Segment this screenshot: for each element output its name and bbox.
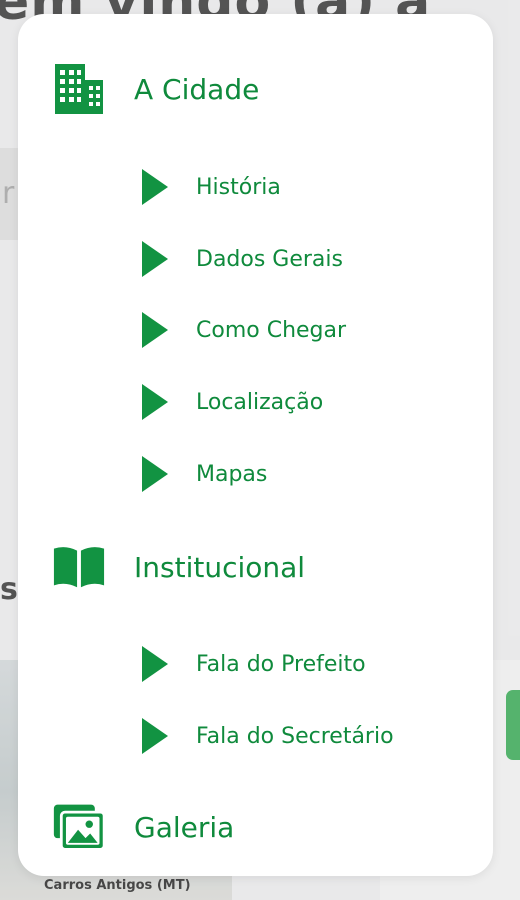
menu-item-fala-do-prefeito[interactable]: Fala do Prefeito <box>142 645 366 683</box>
book-icon <box>52 540 106 594</box>
menu-section-label: Institucional <box>134 550 306 584</box>
menu-item-label: Dados Gerais <box>196 246 343 272</box>
menu-item-dados-gerais[interactable]: Dados Gerais <box>142 240 343 278</box>
menu-item-como-chegar[interactable]: Como Chegar <box>142 311 346 349</box>
menu-section-label: A Cidade <box>134 72 260 106</box>
play-arrow-icon <box>142 645 172 683</box>
play-arrow-icon <box>142 383 172 421</box>
menu-item-mapas[interactable]: Mapas <box>142 455 267 493</box>
play-arrow-icon <box>142 455 172 493</box>
menu-section-institucional[interactable]: Institucional <box>52 540 305 594</box>
menu-item-fala-do-secretario[interactable]: Fala do Secretário <box>142 717 394 755</box>
menu-section-galeria[interactable]: Galeria <box>52 800 234 854</box>
menu-item-localizacao[interactable]: Localização <box>142 383 323 421</box>
menu-item-label: Como Chegar <box>196 317 347 343</box>
menu-item-label: Localização <box>196 389 324 415</box>
menu-section-a-cidade[interactable]: A Cidade <box>52 62 259 116</box>
play-arrow-icon <box>142 168 172 206</box>
play-arrow-icon <box>142 240 172 278</box>
menu-item-historia[interactable]: História <box>142 168 281 206</box>
play-arrow-icon <box>142 717 172 755</box>
buildings-icon <box>52 62 106 116</box>
gallery-icon <box>52 800 106 854</box>
play-arrow-icon <box>142 311 172 349</box>
menu-item-label: História <box>196 174 281 200</box>
navigation-menu: A Cidade História Dados Gerais Como Cheg… <box>18 14 493 876</box>
menu-item-label: Fala do Prefeito <box>196 651 366 677</box>
menu-section-label: Galeria <box>134 810 235 844</box>
menu-item-label: Mapas <box>196 461 268 487</box>
menu-item-label: Fala do Secretário <box>196 723 394 749</box>
